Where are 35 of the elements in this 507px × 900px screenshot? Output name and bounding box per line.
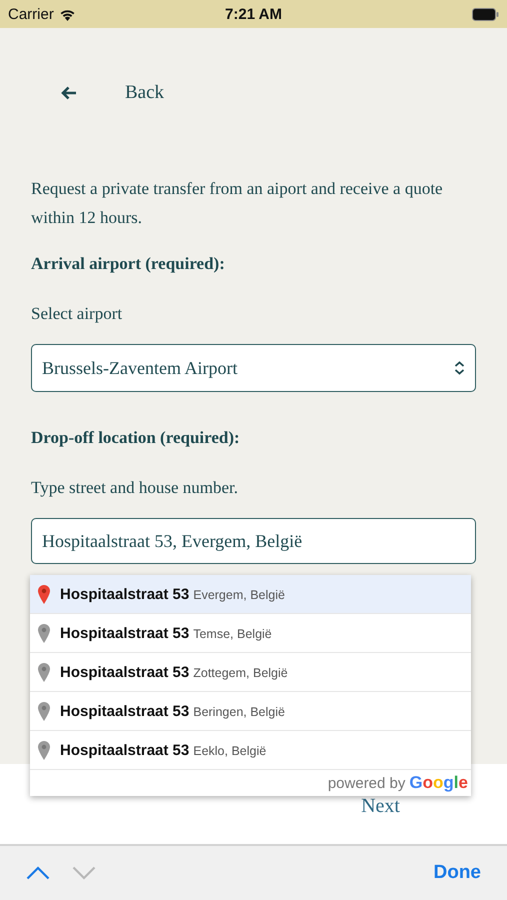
map-pin-icon xyxy=(38,702,50,720)
airport-select[interactable]: Brussels-Zaventem Airport xyxy=(31,344,476,392)
suggestion-text: Hospitaalstraat 53 Zottegem, België xyxy=(60,664,288,680)
field-label: Drop-off location (required): xyxy=(31,428,241,448)
suggestion-text: Hospitaalstraat 53 Temse, België xyxy=(60,624,272,642)
suggestion-text: Hospitaalstraat 53 Beringen, België xyxy=(60,702,285,720)
attribution-text: powered by Google xyxy=(328,773,468,793)
back-button[interactable]: Back xyxy=(125,82,164,104)
wifi-icon xyxy=(58,8,76,20)
status-time: 7:21 AM xyxy=(225,6,282,22)
map-pin-icon xyxy=(38,584,50,604)
map-pin-icon xyxy=(38,662,50,682)
suggestion-item[interactable]: Hospitaalstraat 53 Evergem, België xyxy=(30,575,471,614)
select-chevrons-icon xyxy=(454,361,465,375)
address-input[interactable]: Hospitaalstraat 53, Evergem, België xyxy=(31,518,476,564)
field-hint: Type street and house number. xyxy=(31,478,240,498)
next-button[interactable]: Next xyxy=(361,794,400,818)
carrier-name: Carrier xyxy=(8,6,54,22)
field-label: Arrival airport (required): xyxy=(31,254,226,274)
suggestion-text: Hospitaalstraat 53 Evergem, België xyxy=(60,586,285,602)
field-hint: Select airport xyxy=(31,304,124,324)
suggestion-item[interactable]: Hospitaalstraat 53 Beringen, België xyxy=(30,692,471,731)
back-arrow-icon[interactable] xyxy=(61,86,77,100)
suggestion-text: Hospitaalstraat 53 Eeklo, België xyxy=(60,742,266,758)
suggestion-item[interactable]: Hospitaalstraat 53 Eeklo, België xyxy=(30,731,471,770)
suggestion-item[interactable]: Hospitaalstraat 53 Temse, België xyxy=(30,614,471,653)
intro-text: Request a private transfer from an aiport and receive a quote within 12 hours. xyxy=(31,178,444,229)
done-button[interactable]: Done xyxy=(434,862,481,884)
chevron-down-icon xyxy=(72,866,96,880)
chevron-up-icon xyxy=(26,866,50,880)
previous-field-button[interactable] xyxy=(26,866,50,880)
map-pin-icon xyxy=(38,624,50,642)
battery-icon xyxy=(472,8,499,20)
suggestion-item[interactable]: Hospitaalstraat 53 Zottegem, België xyxy=(30,653,471,692)
map-pin-icon xyxy=(38,740,50,760)
